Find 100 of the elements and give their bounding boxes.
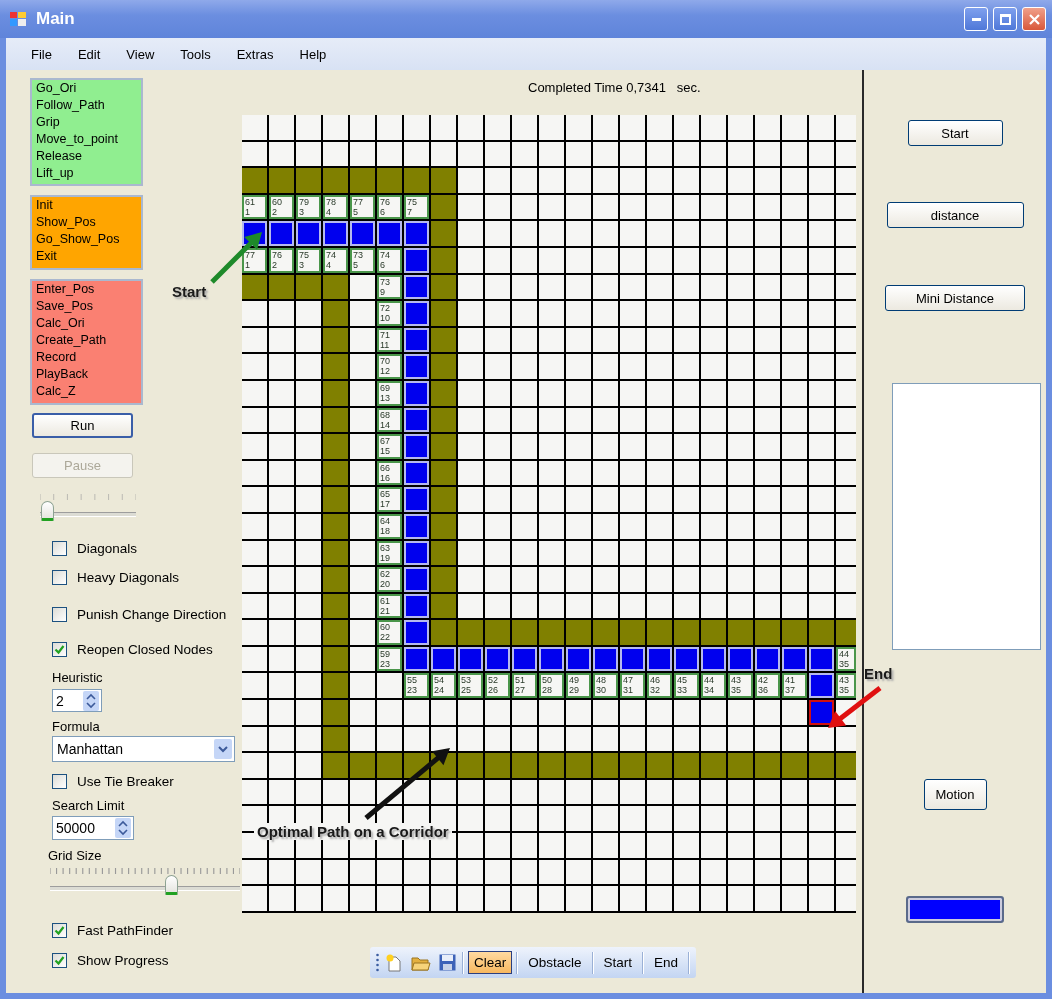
list-item[interactable]: Go_Ori	[36, 80, 137, 97]
close-icon	[1028, 13, 1040, 25]
status-text: Completed Time 0,7341 sec.	[528, 80, 701, 96]
maximize-button[interactable]	[993, 7, 1017, 31]
open-node: 50 28	[539, 673, 564, 699]
list-item[interactable]: PlayBack	[36, 366, 137, 383]
button[interactable]: Run	[32, 413, 133, 438]
close-button[interactable]	[1022, 7, 1046, 31]
menu-item[interactable]: Tools	[167, 46, 224, 62]
spinner-icon	[83, 690, 99, 711]
toolbar-button[interactable]: Clear	[468, 951, 513, 974]
list-item[interactable]: Calc_Ori	[36, 315, 137, 332]
open-node: 71 11	[377, 327, 402, 353]
list-item[interactable]: Show_Pos	[36, 214, 137, 231]
button[interactable]: Motion	[923, 779, 987, 810]
list-item[interactable]: Record	[36, 349, 137, 366]
checkbox-label: Heavy Diagonals	[77, 569, 180, 585]
maximize-icon	[999, 13, 1011, 25]
list-item[interactable]: Go_Show_Pos	[36, 231, 137, 248]
button[interactable]: Mini Distance	[885, 285, 1025, 311]
open-node: 61 1	[242, 194, 267, 220]
list-box[interactable]	[891, 383, 1041, 650]
list-item[interactable]: Init	[36, 197, 137, 214]
open-node: 69 13	[377, 380, 402, 406]
checkbox[interactable]	[52, 773, 67, 789]
button[interactable]: Start	[907, 120, 1003, 146]
checkbox[interactable]	[52, 641, 67, 657]
list-item[interactable]: Enter_Pos	[36, 281, 137, 298]
menu-item[interactable]: Edit	[64, 46, 114, 62]
open-node: 61 21	[377, 593, 402, 619]
list-item[interactable]: Calc_Z	[36, 383, 137, 400]
color-button[interactable]	[906, 896, 1004, 923]
open-node: 77 5	[350, 194, 375, 220]
menu-item[interactable]: Help	[286, 46, 340, 62]
menu-item[interactable]: Extras	[223, 46, 287, 62]
annotation-label: End	[864, 665, 893, 682]
toolbar-button[interactable]: Obstacle	[522, 951, 588, 974]
toolbar-button[interactable]: Start	[597, 951, 639, 974]
open-node: 66 16	[377, 460, 402, 486]
open-node: 44 34	[701, 673, 726, 699]
list-item[interactable]: Lift_up	[36, 165, 137, 182]
new-file-icon	[385, 953, 403, 972]
checkbox[interactable]	[52, 606, 67, 622]
list-item[interactable]: Follow_Path	[36, 97, 137, 114]
open-node: 75 3	[296, 247, 321, 273]
checkbox[interactable]	[52, 952, 67, 968]
slider-thumb[interactable]	[40, 501, 54, 521]
open-node: 47 31	[620, 673, 645, 699]
open-node: 53 25	[458, 673, 483, 699]
open-node: 44 35	[836, 646, 856, 672]
field-label: Search Limit	[52, 798, 125, 814]
open-node: 42 36	[755, 673, 780, 699]
checkbox[interactable]	[52, 922, 67, 938]
open-node: 55 23	[404, 673, 429, 699]
open-node: 43 35	[836, 673, 856, 699]
annotation-arrow	[210, 232, 262, 284]
open-node: 51 27	[512, 673, 537, 699]
open-node: 76 6	[377, 194, 402, 220]
checkbox[interactable]	[52, 540, 67, 556]
open-node: 65 17	[377, 487, 402, 512]
window-title: Main	[36, 9, 75, 29]
dropdown[interactable]: Manhattan	[52, 736, 235, 762]
checkbox-label: Diagonals	[77, 540, 138, 556]
open-node: 77 1	[242, 247, 267, 273]
floppy-icon	[439, 954, 456, 971]
checkbox-label: Punish Change Direction	[77, 606, 227, 622]
app-icon	[10, 12, 26, 26]
slider-thumb[interactable]	[164, 875, 178, 895]
minimize-button[interactable]	[964, 7, 988, 31]
open-node: 73 5	[350, 247, 375, 273]
toolbar-button[interactable]: End	[648, 951, 685, 974]
checkbox[interactable]	[52, 569, 67, 585]
field-label: Heuristic	[52, 670, 103, 686]
open-node: 79 3	[296, 194, 321, 220]
open-node: 78 4	[323, 194, 348, 220]
save-button[interactable]	[437, 952, 458, 973]
open-node: 54 24	[431, 673, 456, 699]
open-node: 43 35	[728, 673, 753, 699]
open-node: 62 20	[377, 567, 402, 592]
annotation-label: Start	[172, 283, 207, 300]
number-field[interactable]: 2	[52, 689, 102, 712]
list-item[interactable]: Create_Path	[36, 332, 137, 349]
button[interactable]: distance	[886, 202, 1024, 228]
list-item[interactable]: Move_to_point	[36, 131, 137, 148]
open-node: 59 23	[377, 646, 402, 672]
field-label: Grid Size	[48, 848, 102, 864]
checkbox-label: Fast PathFinder	[77, 922, 174, 938]
open-node: 70 12	[377, 354, 402, 379]
list-item[interactable]: Release	[36, 148, 137, 165]
open-node: 68 14	[377, 407, 402, 433]
number-field[interactable]: 50000	[52, 816, 134, 840]
field-label: Formula	[52, 719, 100, 735]
list-item[interactable]: Exit	[36, 248, 137, 265]
menu-item[interactable]: View	[113, 46, 168, 62]
list-item[interactable]: Save_Pos	[36, 298, 137, 315]
checkbox-label: Reopen Closed Nodes	[77, 641, 213, 657]
list-item[interactable]: Grip	[36, 114, 137, 131]
open-node: 41 37	[782, 673, 807, 699]
menu-item[interactable]: File	[18, 46, 65, 62]
open-node: 48 30	[593, 673, 618, 699]
